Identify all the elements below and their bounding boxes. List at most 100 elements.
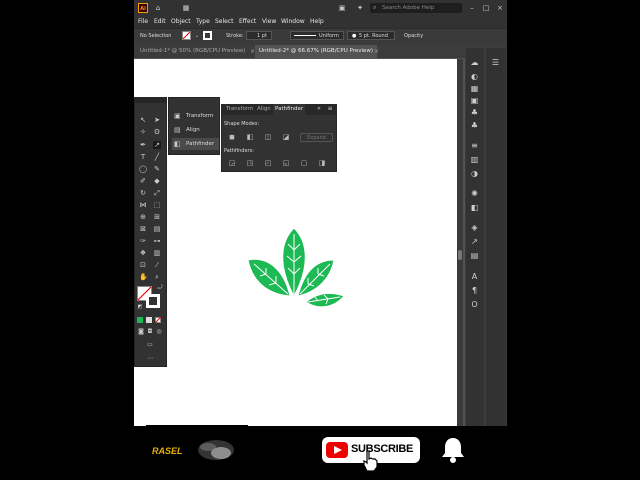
minimize-icon[interactable]: – [468,4,476,12]
edit-toolbar-icon[interactable]: ⋯ [146,355,154,363]
home-icon[interactable]: ⌂ [154,4,162,12]
rotate-tool-icon[interactable]: ↻ [139,189,147,197]
color-mode-icon[interactable] [137,317,143,323]
minus-front-icon[interactable]: ◧ [246,133,254,141]
symbols-icon[interactable]: ♣ [470,121,479,130]
stroke-weight-field[interactable]: 1 pt [246,31,272,40]
paintbrush-tool-icon[interactable]: ✎ [153,165,161,173]
shaper-tool-icon[interactable]: ✐ [139,177,147,185]
eyedropper-tool-icon[interactable]: ✑ [139,237,147,245]
character-icon[interactable]: A [470,272,479,281]
selection-tool-icon[interactable]: ↖ [139,116,147,124]
slice-tool-icon[interactable]: ⁄ [153,261,161,269]
swatches-icon[interactable]: ▦ [470,84,479,93]
divide-icon[interactable]: ◲ [228,159,236,167]
fill-swatch[interactable] [182,31,191,40]
brushes-icon[interactable]: ♣ [470,108,479,117]
stroke-swatch[interactable] [203,31,212,40]
scale-tool-icon[interactable]: ⤢ [153,189,161,197]
opentype-icon[interactable]: O [470,300,479,309]
minus-back-icon[interactable]: ◨ [318,159,326,167]
merge-icon[interactable]: ◰ [264,159,272,167]
export-icon[interactable]: ↗ [470,237,479,246]
layers-icon[interactable]: ◈ [470,223,479,232]
image-trace-icon[interactable]: ▣ [470,96,479,105]
swap-fill-stroke-icon[interactable]: ⤾ [156,284,164,292]
mesh-tool-icon[interactable]: ⊠ [139,225,147,233]
symbol-sprayer-tool-icon[interactable]: ❖ [139,249,147,257]
shape-builder-tool-icon[interactable]: ⊕ [139,213,147,221]
screen-mode-icon[interactable]: ▭ [146,341,154,349]
workspace-switcher-icon[interactable]: ▦ [182,4,190,12]
perspective-grid-tool-icon[interactable]: ⊞ [153,213,161,221]
panel-item-align[interactable]: Align [172,124,200,136]
eraser-tool-icon[interactable]: ◆ [153,177,161,185]
transparency-icon[interactable]: ◑ [470,169,479,178]
tab-untitled-2-close-icon[interactable]: × [370,45,383,58]
outline-icon[interactable]: ▢ [300,159,308,167]
width-tool-icon[interactable]: ⋈ [139,201,147,209]
gradient-mode-icon[interactable] [146,317,152,323]
menu-effect[interactable]: Effect [239,16,256,28]
stroke-panel-icon[interactable]: ≡ [470,141,479,150]
column-graph-tool-icon[interactable]: ▥ [153,249,161,257]
panel-menu-icon[interactable]: ≡ [326,105,334,113]
paragraph-icon[interactable]: ¶ [470,286,479,295]
tools-panel-header[interactable] [134,97,167,103]
ellipse-tool-icon[interactable]: ◯ [139,165,147,173]
workspace-icon[interactable]: ✦ [356,4,364,12]
menu-file[interactable]: File [138,16,148,28]
intersect-icon[interactable]: ◫ [264,133,272,141]
crop-icon[interactable]: ◱ [282,159,290,167]
opacity-label[interactable]: Opacity [404,33,423,39]
hand-tool-icon[interactable]: ✋ [139,273,148,281]
blend-tool-icon[interactable]: ⊶ [153,237,161,245]
tab-untitled-1[interactable]: Untitled-1* @ 50% (RGB/CPU Preview) [136,45,249,58]
color-icon[interactable]: ◐ [470,72,479,81]
menu-object[interactable]: Object [171,16,191,28]
libraries-icon[interactable]: ☁ [470,58,479,67]
draw-normal-icon[interactable]: ◙ [137,328,145,336]
menu-view[interactable]: View [262,16,276,28]
leaf-artwork[interactable] [246,226,346,314]
gradient-tool-icon[interactable]: ▤ [153,225,161,233]
arrange-documents-icon[interactable]: ▣ [338,4,346,12]
collapse-panel-icon[interactable]: « [315,105,323,113]
tab-align[interactable]: Align [255,104,273,115]
draw-inside-icon[interactable]: ◎ [155,328,163,336]
none-mode-icon[interactable] [155,317,161,323]
zoom-tool-icon[interactable]: ⌕ [153,273,161,281]
panel-item-transform[interactable]: Transform [172,110,213,122]
variable-width-profile[interactable]: Uniform [290,31,344,40]
artboards-icon[interactable]: ▤ [470,251,479,260]
draw-behind-icon[interactable]: ◘ [146,328,154,336]
brush-definition[interactable]: ● 5 pt. Round [347,31,395,40]
scrollbar-thumb[interactable] [458,250,462,260]
stroke-color-indicator[interactable] [146,294,160,308]
default-fill-stroke-icon[interactable]: ◩ [136,303,144,311]
gradient-panel-icon[interactable]: ▥ [470,155,479,164]
free-transform-tool-icon[interactable]: ⬚ [153,201,161,209]
fill-dropdown-icon[interactable]: ⌄ [193,32,201,40]
lasso-tool-icon[interactable]: ʘ [153,128,161,136]
line-tool-icon[interactable]: ╱ [153,153,161,161]
menu-type[interactable]: Type [196,16,210,28]
type-tool-icon[interactable]: T [139,153,147,161]
trim-icon[interactable]: ◳ [246,159,254,167]
curvature-tool-icon[interactable]: ↗ [153,141,161,149]
menu-edit[interactable]: Edit [154,16,166,28]
tab-untitled-2[interactable]: Untitled-2* @ 66.67% (RGB/CPU Preview) [255,45,378,58]
pen-tool-icon[interactable]: ✒ [139,141,147,149]
artboard-tool-icon[interactable]: ⊡ [139,261,147,269]
unite-icon[interactable]: ◼ [228,133,236,141]
direct-selection-tool-icon[interactable]: ➤ [153,116,161,124]
graphic-styles-icon[interactable]: ◧ [470,203,479,212]
magic-wand-tool-icon[interactable]: ✧ [139,128,147,136]
vertical-scrollbar[interactable] [457,59,463,426]
tab-transform[interactable]: Transform [224,104,255,115]
appearance-icon[interactable]: ✺ [470,189,479,198]
properties-icon[interactable]: ☰ [491,58,500,67]
maximize-icon[interactable]: □ [482,4,490,12]
close-icon[interactable]: × [496,4,504,12]
search-adobe-help[interactable]: ⌕ Search Adobe Help [370,3,462,13]
